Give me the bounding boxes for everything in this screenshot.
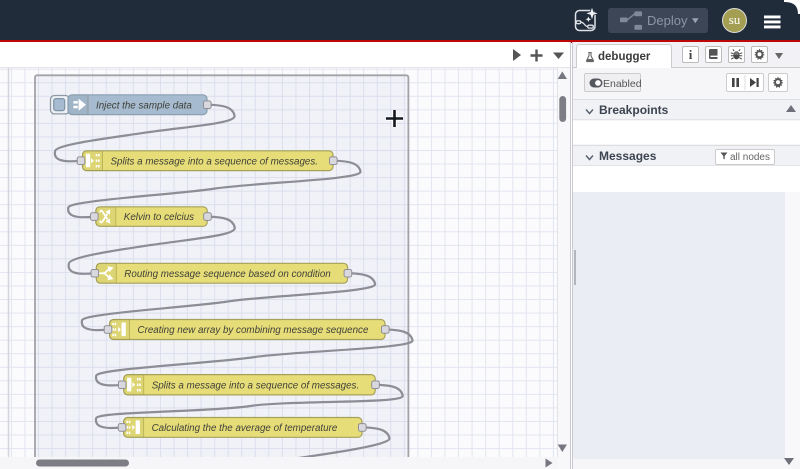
svg-text:Routing message sequence based: Routing message sequence based on condit… xyxy=(124,269,330,280)
svg-text:Splits a message into a sequen: Splits a message into a sequence of mess… xyxy=(152,380,360,391)
svg-text:Creating new array by combinin: Creating new array by combining message … xyxy=(138,325,369,336)
svg-text:Calculating the the average of: Calculating the the average of temperatu… xyxy=(152,423,338,434)
svg-text:Kelvin to celcius: Kelvin to celcius xyxy=(124,212,194,223)
svg-text:Splits a message into a sequen: Splits a message into a sequence of mess… xyxy=(111,156,319,167)
svg-text:Deploy: Deploy xyxy=(647,13,688,28)
svg-text:Inject the sample data: Inject the sample data xyxy=(96,100,192,111)
